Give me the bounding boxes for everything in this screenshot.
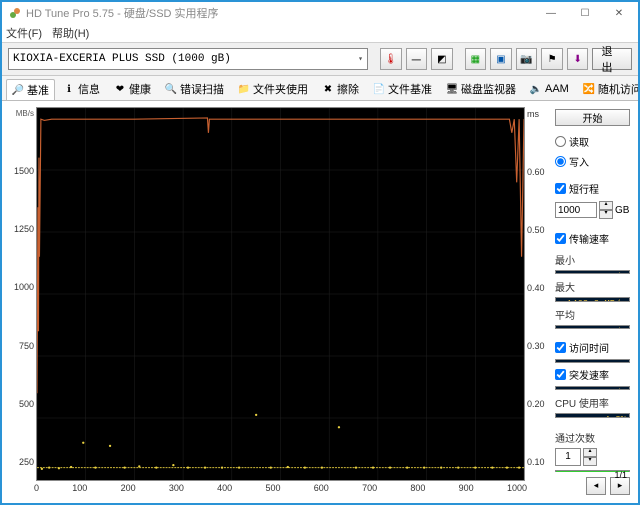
save-button[interactable]: ⬇ xyxy=(567,48,589,70)
y-axis-right: ms0.600.500.400.300.200.10 xyxy=(525,107,549,481)
burst-rate-check[interactable]: 突发速率 xyxy=(555,367,630,382)
window-title: HD Tune Pro 5.75 - 硬盘/SSD 实用程序 xyxy=(26,5,534,21)
access-time-check[interactable]: 访问时间 xyxy=(555,340,630,355)
transfer-rate-check[interactable]: 传输速率 xyxy=(555,231,630,246)
close-button[interactable]: ✕ xyxy=(602,3,636,23)
maximize-button[interactable]: ☐ xyxy=(568,3,602,23)
tab-4[interactable]: 📁文件夹使用 xyxy=(232,78,314,100)
menu-file[interactable]: 文件(F) xyxy=(6,25,42,41)
tab-icon: 🖥 xyxy=(446,83,458,95)
tab-0[interactable]: 🔎基准 xyxy=(6,79,55,101)
tab-icon: 📁 xyxy=(238,83,250,95)
min-label: 最小 xyxy=(555,252,630,267)
burst-rate-value: 460.4 MB/s xyxy=(555,386,630,390)
cpu-label: CPU 使用率 xyxy=(555,395,630,410)
y-axis-left: MB/s150012501000750500250 xyxy=(8,107,36,481)
tab-8[interactable]: 🔈AAM xyxy=(524,80,575,98)
minimize-button[interactable]: — xyxy=(534,3,568,23)
app-window: HD Tune Pro 5.75 - 硬盘/SSD 实用程序 — ☐ ✕ 文件(… xyxy=(0,0,640,505)
app-icon xyxy=(8,6,22,20)
options-button[interactable]: ⚑ xyxy=(541,48,563,70)
write-radio[interactable]: 写入 xyxy=(555,154,630,169)
tab-2[interactable]: ❤健康 xyxy=(108,78,157,100)
menu-help[interactable]: 帮助(H) xyxy=(52,25,89,41)
passes-label: 通过次数 xyxy=(555,430,630,445)
device-select[interactable]: KIOXIA-EXCERIA PLUS SSD (1000 gB) ▾ xyxy=(8,48,368,70)
chevron-down-icon: ▾ xyxy=(358,54,363,64)
exit-button[interactable]: 退出 xyxy=(592,48,632,70)
passes-spinner[interactable]: ▴▾ xyxy=(583,448,597,466)
min-value: 661.9 MB/s xyxy=(555,270,630,274)
titlebar: HD Tune Pro 5.75 - 硬盘/SSD 实用程序 — ☐ ✕ xyxy=(2,2,638,24)
short-stroke-unit: GB xyxy=(615,205,629,216)
window-buttons: — ☐ ✕ xyxy=(534,3,636,23)
toolbar: KIOXIA-EXCERIA PLUS SSD (1000 gB) ▾ 🌡 一 … xyxy=(2,43,638,76)
passes-input[interactable] xyxy=(555,448,581,466)
temperature-readout: 一 xyxy=(406,48,428,70)
avg-value: 1445.9 MB/s xyxy=(555,325,630,329)
read-radio[interactable]: 读取 xyxy=(555,134,630,149)
tab-9[interactable]: 🔀随机访问 xyxy=(577,78,638,100)
max-label: 最大 xyxy=(555,279,630,294)
menubar: 文件(F) 帮助(H) xyxy=(2,24,638,43)
tab-icon: 📄 xyxy=(373,83,385,95)
combined-mode-icon[interactable]: ◩ xyxy=(431,48,453,70)
tab-icon: 🔀 xyxy=(583,83,595,95)
tab-3[interactable]: 🔍错误扫描 xyxy=(159,78,230,100)
device-select-value: KIOXIA-EXCERIA PLUS SSD (1000 gB) xyxy=(13,53,231,65)
prev-pass-button[interactable]: ◂ xyxy=(586,477,606,495)
side-panel: 开始 读取 写入 短行程 ▴▾ GB 传输速率 最小 661.9 MB/s 最大… xyxy=(553,107,632,497)
tab-icon: 🔈 xyxy=(530,83,542,95)
tab-strip: 🔎基准ℹ信息❤健康🔍错误扫描📁文件夹使用✖擦除📄文件基准🖥磁盘监视器🔈AAM🔀随… xyxy=(2,76,638,101)
benchmark-plot xyxy=(36,107,525,481)
tab-icon: ℹ xyxy=(63,83,75,95)
progress-text: 1/1 xyxy=(614,470,627,480)
tab-icon: ✖ xyxy=(322,83,334,95)
screenshot-button[interactable]: ▣ xyxy=(490,48,512,70)
temperature-icon[interactable]: 🌡 xyxy=(380,48,402,70)
tab-5[interactable]: ✖擦除 xyxy=(316,78,365,100)
x-axis: 01002003004005006007008009001000 xyxy=(34,481,527,497)
start-button[interactable]: 开始 xyxy=(555,109,630,126)
short-stroke-spinner[interactable]: ▴▾ xyxy=(599,201,613,219)
tab-6[interactable]: 📄文件基准 xyxy=(367,78,438,100)
camera-button[interactable]: 📷 xyxy=(516,48,538,70)
tab-icon: 🔎 xyxy=(12,84,24,96)
short-stroke-check[interactable]: 短行程 xyxy=(555,181,630,196)
content-area: MB/s150012501000750500250 ms0.600.500.40… xyxy=(2,101,638,503)
cpu-value: 4.3% xyxy=(555,413,630,417)
tab-7[interactable]: 🖥磁盘监视器 xyxy=(440,78,522,100)
copy-info-button[interactable]: ▦ xyxy=(465,48,487,70)
progress-bar: 1/1 xyxy=(555,470,630,472)
avg-label: 平均 xyxy=(555,307,630,322)
max-value: 1463.2 MB/s xyxy=(555,297,630,301)
short-stroke-input[interactable] xyxy=(555,202,597,218)
tab-icon: ❤ xyxy=(114,83,126,95)
chart-panel: MB/s150012501000750500250 ms0.600.500.40… xyxy=(8,107,549,497)
tab-1[interactable]: ℹ信息 xyxy=(57,78,106,100)
tab-icon: 🔍 xyxy=(165,83,177,95)
access-time-value: 0.021 ms xyxy=(555,359,630,363)
